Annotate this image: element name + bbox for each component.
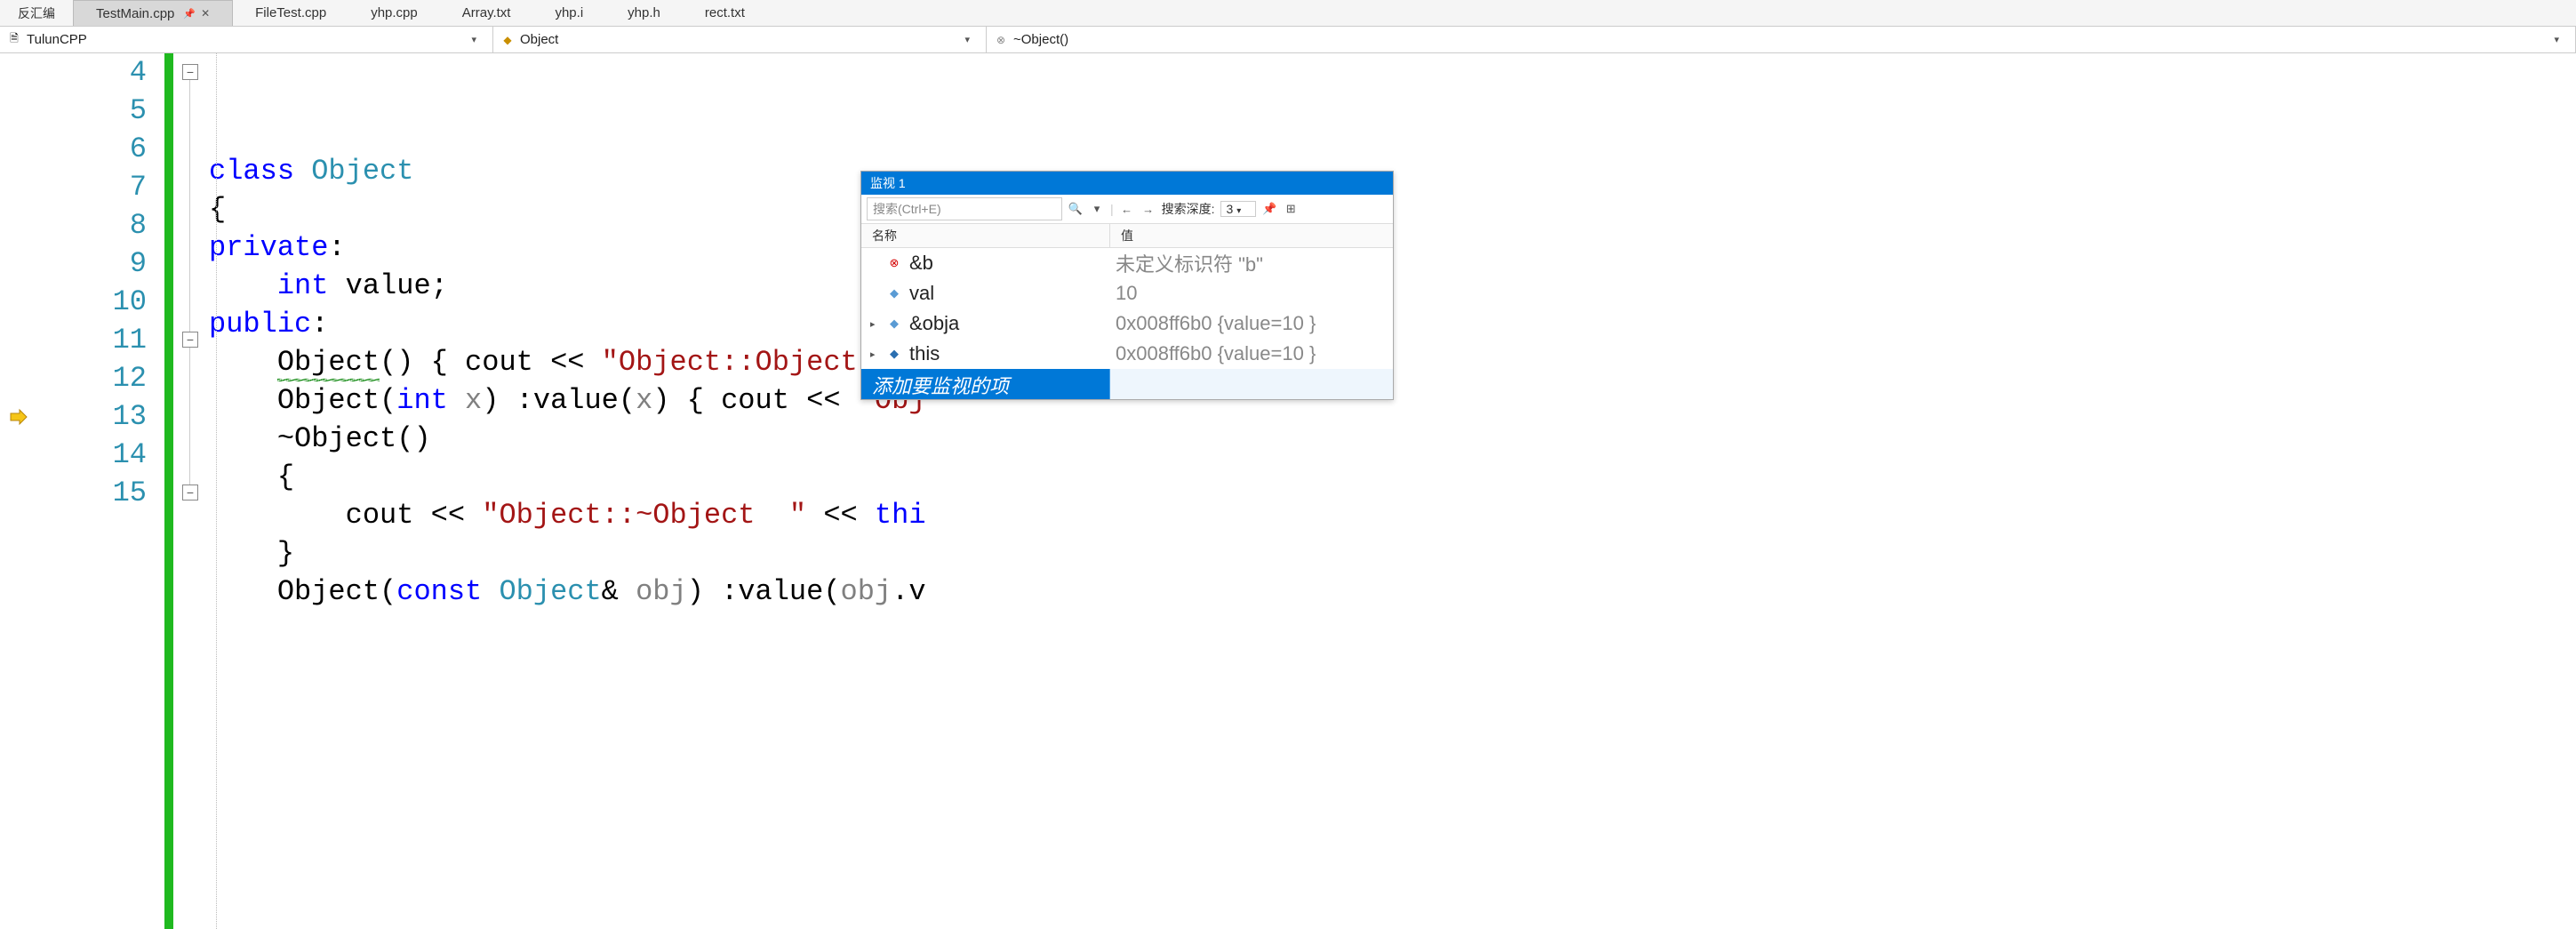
expand-icon[interactable]: ▸ — [870, 348, 883, 360]
line-number: 4 — [36, 53, 147, 92]
watch-value-cell: 0x008ff6b0 {value=10 } — [1110, 312, 1393, 335]
error-icon: ⊗ — [886, 255, 902, 271]
watch-row[interactable]: ◆ val 10 — [861, 278, 1393, 308]
nav-project[interactable]: 🗎 TulunCPP ▾ — [0, 27, 493, 52]
tab-array[interactable]: Array.txt — [440, 0, 533, 26]
chevron-down-icon[interactable]: ▾ — [87, 34, 485, 45]
watch-title[interactable]: 监视 1 — [861, 172, 1393, 195]
tab-yhph[interactable]: yhp.h — [605, 0, 683, 26]
nav-forward-icon[interactable]: → — [1140, 201, 1156, 217]
change-indicator — [164, 53, 173, 929]
fold-guide — [189, 80, 190, 348]
nav-bar: 🗎 TulunCPP ▾ ◆ Object ▾ ⊗ ~Object() ▾ — [0, 27, 2576, 53]
watch-panel: 监视 1 搜索(Ctrl+E) 🔍 ▾ | ← → 搜索深度: 3 ▾ 📌 ⊞ … — [860, 171, 1394, 400]
fold-toggle-icon[interactable]: − — [182, 332, 198, 348]
depth-select[interactable]: 3 ▾ — [1220, 201, 1257, 217]
variable-icon: ◆ — [886, 285, 902, 301]
tab-yhpcpp[interactable]: yhp.cpp — [348, 0, 440, 26]
chevron-down-icon[interactable]: ▾ — [1068, 34, 2568, 45]
nav-back-icon[interactable]: ← — [1119, 201, 1135, 217]
search-icon[interactable]: 🔍 — [1068, 201, 1084, 217]
tab-label: FileTest.cpp — [255, 5, 326, 20]
code-line[interactable]: } — [209, 534, 2576, 573]
nav-project-text: TulunCPP — [27, 32, 87, 47]
tab-testmain[interactable]: TestMain.cpp 📌 ✕ — [73, 0, 233, 26]
chevron-down-icon[interactable]: ▾ — [558, 34, 979, 45]
watch-add-placeholder[interactable]: 添加要监视的项 — [861, 369, 1110, 399]
nav-class[interactable]: ◆ Object ▾ — [493, 27, 987, 52]
pin-icon[interactable]: 📌 — [183, 8, 196, 20]
tab-label: TestMain.cpp — [96, 6, 174, 21]
watch-add-value-cell — [1110, 369, 1393, 399]
fold-toggle-icon[interactable]: − — [182, 64, 198, 80]
pin-icon[interactable]: 📌 — [1261, 201, 1277, 217]
line-number: 8 — [36, 206, 147, 244]
tab-label: yhp.h — [628, 5, 660, 20]
watch-header: 名称 值 — [861, 224, 1393, 248]
settings-icon[interactable]: ⊞ — [1283, 201, 1299, 217]
nav-class-text: Object — [520, 32, 558, 47]
tab-bar: 反汇编 TestMain.cpp 📌 ✕ FileTest.cpp yhp.cp… — [0, 0, 2576, 27]
tab-label: Array.txt — [462, 5, 511, 20]
line-number: 7 — [36, 168, 147, 206]
watch-var-name: &b — [909, 252, 933, 275]
code-line[interactable]: cout << "Object::~Object " << thi — [209, 496, 2576, 534]
line-number: 9 — [36, 244, 147, 283]
watch-search-input[interactable]: 搜索(Ctrl+E) — [867, 197, 1062, 220]
expand-icon[interactable]: ▸ — [870, 318, 883, 330]
watch-toolbar: 搜索(Ctrl+E) 🔍 ▾ | ← → 搜索深度: 3 ▾ 📌 ⊞ — [861, 195, 1393, 224]
watch-row[interactable]: ▸◆ this 0x008ff6b0 {value=10 } — [861, 339, 1393, 369]
breakpoint-margin[interactable] — [0, 53, 36, 929]
line-number: 13 — [36, 397, 147, 436]
nav-member[interactable]: ⊗ ~Object() ▾ — [987, 27, 2576, 52]
method-icon: ⊗ — [994, 33, 1008, 47]
line-number: 12 — [36, 359, 147, 397]
code-line[interactable]: { — [209, 458, 2576, 496]
line-numbers: 456789101112131415 — [36, 53, 164, 929]
watch-add-row[interactable]: 添加要监视的项 — [861, 369, 1393, 399]
variable-icon: ◆ — [886, 316, 902, 332]
class-icon: ◆ — [500, 33, 515, 47]
tab-filetest[interactable]: FileTest.cpp — [233, 0, 348, 26]
line-number: 11 — [36, 321, 147, 359]
watch-value-cell: 未定义标识符 "b" — [1110, 249, 1393, 277]
disassembly-label[interactable]: 反汇编 — [0, 0, 73, 26]
col-header-value[interactable]: 值 — [1110, 224, 1393, 247]
indent-guide — [216, 53, 217, 929]
chevron-down-icon[interactable]: ▾ — [1089, 201, 1105, 217]
tab-rect[interactable]: rect.txt — [683, 0, 767, 26]
fold-column[interactable]: − − − — [173, 53, 209, 929]
watch-name-cell[interactable]: ◆ val — [861, 282, 1110, 305]
watch-row[interactable]: ⊗ &b 未定义标识符 "b" — [861, 248, 1393, 278]
watch-name-cell[interactable]: ▸◆ &obja — [861, 312, 1110, 335]
code-line[interactable]: Object(const Object& obj) :value(obj.v — [209, 573, 2576, 611]
project-icon: 🗎 — [7, 33, 21, 47]
line-number: 14 — [36, 436, 147, 474]
line-number: 6 — [36, 130, 147, 168]
line-number: 15 — [36, 474, 147, 512]
close-icon[interactable]: ✕ — [201, 7, 210, 20]
watch-var-name: this — [909, 342, 940, 365]
tab-yhpi[interactable]: yhp.i — [532, 0, 605, 26]
line-number: 10 — [36, 283, 147, 321]
line-number: 5 — [36, 92, 147, 130]
watch-name-cell[interactable]: ⊗ &b — [861, 252, 1110, 275]
watch-value-cell: 0x008ff6b0 {value=10 } — [1110, 342, 1393, 365]
watch-var-name: &obja — [909, 312, 959, 335]
fold-guide — [189, 348, 190, 501]
watch-value-cell: 10 — [1110, 282, 1393, 305]
tab-label: rect.txt — [705, 5, 745, 20]
tab-label: yhp.i — [555, 5, 583, 20]
fold-toggle-icon[interactable]: − — [182, 485, 198, 501]
watch-name-cell[interactable]: ▸◆ this — [861, 342, 1110, 365]
depth-label: 搜索深度: — [1162, 200, 1215, 218]
object-icon: ◆ — [886, 346, 902, 362]
col-header-name[interactable]: 名称 — [861, 224, 1110, 247]
code-line[interactable]: ~Object() — [209, 420, 2576, 458]
execution-pointer-icon — [7, 406, 28, 428]
tab-label: yhp.cpp — [371, 5, 418, 20]
nav-member-text: ~Object() — [1013, 32, 1068, 47]
watch-var-name: val — [909, 282, 934, 305]
watch-row[interactable]: ▸◆ &obja 0x008ff6b0 {value=10 } — [861, 308, 1393, 339]
